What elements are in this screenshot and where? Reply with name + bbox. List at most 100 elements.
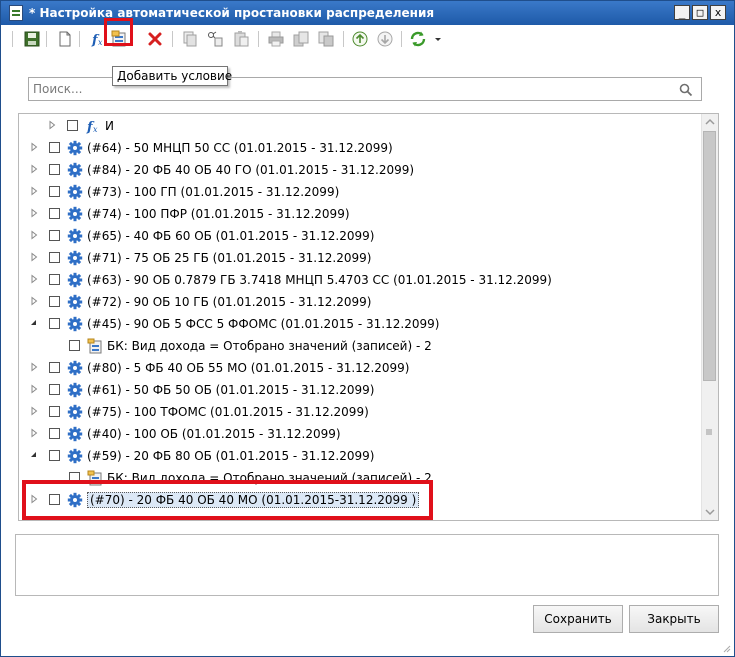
print-icon[interactable] xyxy=(267,30,285,48)
tree-row[interactable]: (#74) - 100 ПФР (01.01.2015 - 31.12.2099… xyxy=(19,203,699,225)
tree-row-label: (#75) - 100 ТФОМС (01.01.2015 - 31.12.20… xyxy=(87,405,369,419)
vertical-scrollbar[interactable] xyxy=(701,114,718,520)
new-document-icon[interactable] xyxy=(56,30,74,48)
toolbar-separator xyxy=(258,31,259,47)
gear-icon xyxy=(67,316,83,332)
expand-arrow-icon[interactable] xyxy=(29,186,39,196)
scroll-grip-icon xyxy=(706,429,712,435)
close-button[interactable]: Закрыть xyxy=(629,605,719,633)
scroll-up-button[interactable] xyxy=(702,114,718,131)
tree-row[interactable]: (#59) - 20 ФБ 80 ОБ (01.01.2015 - 31.12.… xyxy=(19,445,699,467)
row-checkbox[interactable] xyxy=(49,208,60,219)
tree-row-label: (#72) - 90 ОБ 10 ГБ (01.01.2015 - 31.12.… xyxy=(87,295,372,309)
move-up-icon[interactable] xyxy=(351,30,369,48)
row-checkbox[interactable] xyxy=(49,142,60,153)
gear-icon xyxy=(67,228,83,244)
row-checkbox[interactable] xyxy=(49,428,60,439)
chevron-down-icon[interactable] xyxy=(432,30,444,48)
tree-row[interactable]: (#80) - 5 ФБ 40 ОБ 55 МО (01.01.2015 - 3… xyxy=(19,357,699,379)
row-checkbox[interactable] xyxy=(49,362,60,373)
tree-row[interactable]: (#65) - 40 ФБ 60 ОБ (01.01.2015 - 31.12.… xyxy=(19,225,699,247)
toolbar-separator xyxy=(79,31,80,47)
tree-row-label: (#45) - 90 ОБ 5 ФСС 5 ФФОМС (01.01.2015 … xyxy=(87,317,440,331)
collapse-arrow-icon[interactable] xyxy=(29,318,39,328)
expand-arrow-icon[interactable] xyxy=(29,274,39,284)
expand-arrow-icon[interactable] xyxy=(29,362,39,372)
tree-row[interactable]: (#84) - 20 ФБ 40 ОБ 40 ГО (01.01.2015 - … xyxy=(19,159,699,181)
gear-icon xyxy=(67,294,83,310)
save-icon[interactable] xyxy=(23,30,41,48)
row-checkbox[interactable] xyxy=(49,186,60,197)
row-checkbox[interactable] xyxy=(49,296,60,307)
tree-row[interactable]: БК: Вид дохода = Отобрано значений (запи… xyxy=(19,335,699,357)
tree-row-label: (#61) - 50 ФБ 50 ОБ (01.01.2015 - 31.12.… xyxy=(87,383,375,397)
row-checkbox[interactable] xyxy=(49,450,60,461)
import-icon[interactable] xyxy=(317,30,335,48)
tree-row[interactable]: fx И xyxy=(19,115,699,137)
tree-row[interactable]: (#72) - 90 ОБ 10 ГБ (01.01.2015 - 31.12.… xyxy=(19,291,699,313)
tree-row[interactable]: (#40) - 100 ОБ (01.01.2015 - 31.12.2099) xyxy=(19,423,699,445)
copy-icon[interactable] xyxy=(181,30,199,48)
scroll-down-button[interactable] xyxy=(702,503,718,520)
add-condition-highlight xyxy=(104,18,133,46)
row-checkbox[interactable] xyxy=(49,252,60,263)
close-window-button[interactable]: x xyxy=(710,5,726,20)
tree-row-label: И xyxy=(105,119,114,133)
expand-arrow-icon[interactable] xyxy=(29,230,39,240)
gear-icon xyxy=(67,382,83,398)
expand-arrow-icon[interactable] xyxy=(47,120,57,130)
expand-arrow-icon[interactable] xyxy=(29,252,39,262)
expand-arrow-icon[interactable] xyxy=(29,142,39,152)
row-checkbox[interactable] xyxy=(49,318,60,329)
minimize-button[interactable]: _ xyxy=(674,5,690,20)
delete-icon[interactable] xyxy=(146,30,164,48)
move-down-icon[interactable] xyxy=(376,30,394,48)
row-checkbox[interactable] xyxy=(49,230,60,241)
expand-arrow-icon[interactable] xyxy=(29,208,39,218)
export-icon[interactable] xyxy=(292,30,310,48)
toolbar-separator xyxy=(172,31,173,47)
row-checkbox[interactable] xyxy=(49,406,60,417)
toolbar-separator xyxy=(401,31,402,47)
gear-icon xyxy=(67,184,83,200)
tree-row[interactable]: (#64) - 50 МНЦП 50 СС (01.01.2015 - 31.1… xyxy=(19,137,699,159)
row-checkbox[interactable] xyxy=(49,274,60,285)
tree-row-label: (#64) - 50 МНЦП 50 СС (01.01.2015 - 31.1… xyxy=(87,141,393,155)
refresh-icon[interactable] xyxy=(409,30,427,48)
expand-arrow-icon[interactable] xyxy=(29,296,39,306)
rules-tree[interactable]: f x И (#64) - 50 МНЦП 50 СС (01.01.2015 - 3… xyxy=(18,113,719,521)
function-icon: fx xyxy=(86,120,98,134)
cut-icon[interactable] xyxy=(206,30,224,48)
gear-icon xyxy=(67,140,83,156)
tree-row[interactable]: (#63) - 90 ОБ 0.7879 ГБ 3.7418 МНЦП 5.47… xyxy=(19,269,699,291)
search-icon[interactable] xyxy=(679,83,693,97)
collapse-arrow-icon[interactable] xyxy=(29,450,39,460)
resize-grip-icon[interactable] xyxy=(721,643,731,653)
row-checkbox[interactable] xyxy=(49,384,60,395)
svg-text:x: x xyxy=(98,38,103,47)
tooltip: Добавить условие xyxy=(112,66,232,86)
tree-row[interactable]: (#45) - 90 ОБ 5 ФСС 5 ФФОМС (01.01.2015 … xyxy=(19,313,699,335)
expand-arrow-icon[interactable] xyxy=(29,164,39,174)
row-checkbox[interactable] xyxy=(69,340,80,351)
tree-row[interactable]: (#71) - 75 ОБ 25 ГБ (01.01.2015 - 31.12.… xyxy=(19,247,699,269)
maximize-button[interactable]: □ xyxy=(692,5,708,20)
row-checkbox[interactable] xyxy=(67,120,78,131)
tree-row-label: (#65) - 40 ФБ 60 ОБ (01.01.2015 - 31.12.… xyxy=(87,229,375,243)
row-checkbox[interactable] xyxy=(49,164,60,175)
scrollbar-thumb[interactable] xyxy=(703,131,716,381)
description-panel[interactable] xyxy=(15,534,719,596)
expand-arrow-icon[interactable] xyxy=(29,428,39,438)
tree-row-label: (#84) - 20 ФБ 40 ОБ 40 ГО (01.01.2015 - … xyxy=(87,163,415,177)
expand-arrow-icon[interactable] xyxy=(29,406,39,416)
paste-icon[interactable] xyxy=(232,30,250,48)
gear-icon xyxy=(67,162,83,178)
tree-row[interactable]: (#73) - 100 ГП (01.01.2015 - 31.12.2099) xyxy=(19,181,699,203)
toolbar-separator xyxy=(12,31,13,47)
tree-row[interactable]: (#61) - 50 ФБ 50 ОБ (01.01.2015 - 31.12.… xyxy=(19,379,699,401)
save-button[interactable]: Сохранить xyxy=(533,605,623,633)
tree-row[interactable]: (#75) - 100 ТФОМС (01.01.2015 - 31.12.20… xyxy=(19,401,699,423)
tree-row-label: БК: Вид дохода = Отобрано значений (запи… xyxy=(107,339,432,353)
gear-icon xyxy=(67,426,83,442)
expand-arrow-icon[interactable] xyxy=(29,384,39,394)
